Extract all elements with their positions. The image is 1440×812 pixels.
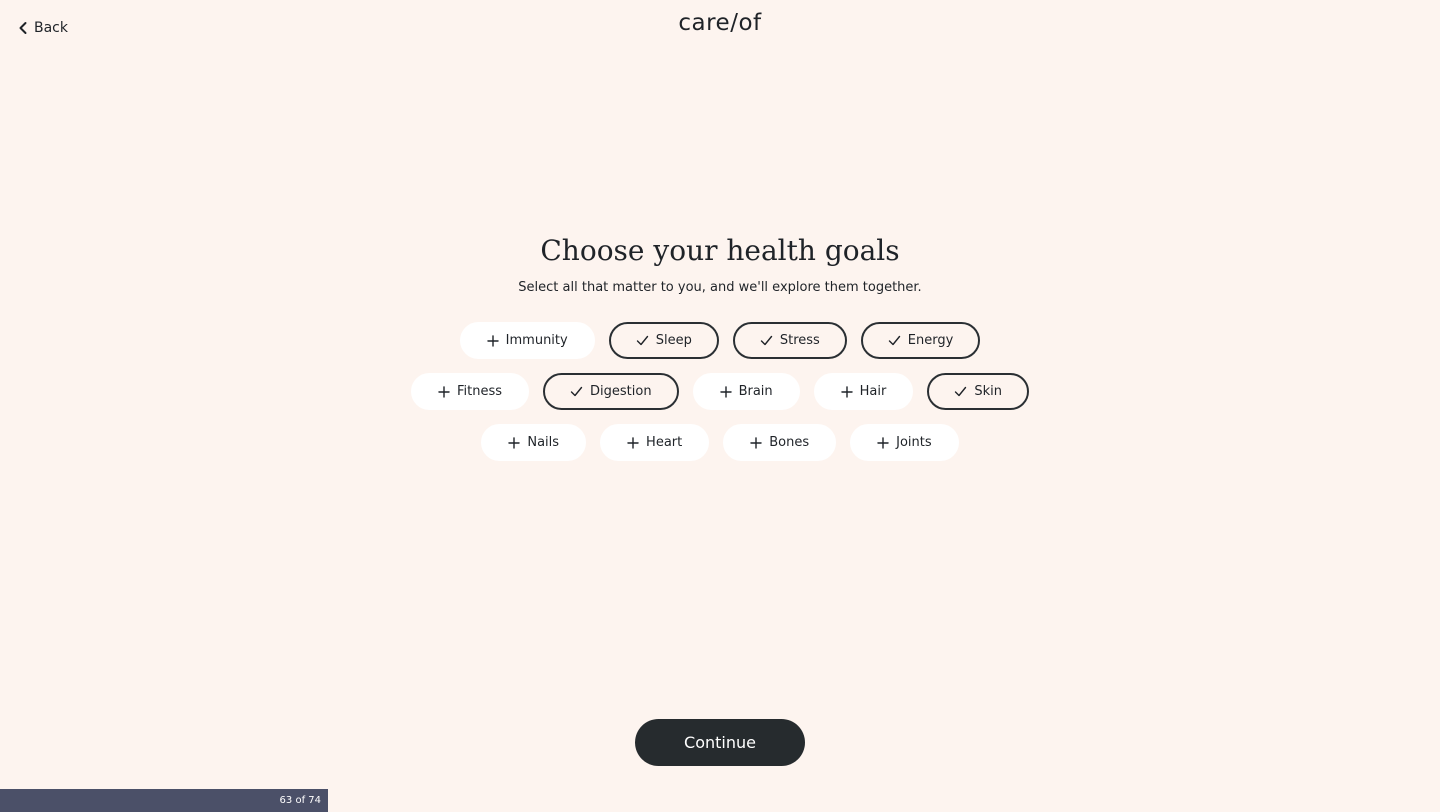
goal-option-bones[interactable]: Bones <box>723 424 837 461</box>
progress-indicator: 63 of 74 <box>0 789 328 812</box>
goal-label: Immunity <box>505 333 568 348</box>
goal-option-immunity[interactable]: Immunity <box>459 322 595 359</box>
goal-label: Stress <box>779 333 820 348</box>
goal-label: Digestion <box>590 384 652 399</box>
goal-label: Heart <box>646 435 683 450</box>
plus-icon <box>627 436 639 449</box>
goal-label: Energy <box>907 333 954 348</box>
progress-text: 63 of 74 <box>279 795 321 806</box>
goal-option-stress[interactable]: Stress <box>732 322 847 359</box>
plus-icon <box>438 385 450 398</box>
goal-label: Sleep <box>655 333 692 348</box>
goal-label: Nails <box>527 435 560 450</box>
checkmark-icon <box>888 334 901 347</box>
checkmark-icon <box>760 334 773 347</box>
goal-option-energy[interactable]: Energy <box>860 322 981 359</box>
goal-option-brain[interactable]: Brain <box>692 373 800 410</box>
goal-option-joints[interactable]: Joints <box>850 424 959 461</box>
checkmark-icon <box>636 334 649 347</box>
plus-icon <box>508 436 521 449</box>
checkmark-icon <box>570 385 583 398</box>
continue-button[interactable]: Continue <box>635 719 805 766</box>
goal-label: Skin <box>974 384 1002 399</box>
goal-option-digestion[interactable]: Digestion <box>543 373 679 410</box>
plus-icon <box>750 436 762 449</box>
plus-icon <box>486 334 499 347</box>
goal-row: Fitness Digestion Brain Hair Skin <box>0 373 1440 410</box>
plus-icon <box>840 385 853 398</box>
goal-row: Nails Heart Bones Joints <box>0 424 1440 461</box>
back-label: Back <box>34 20 68 36</box>
goal-label: Fitness <box>456 384 503 399</box>
page-title: Choose your health goals <box>540 234 900 267</box>
goal-label: Joints <box>896 435 932 450</box>
goal-row: Immunity Sleep Stress Energy <box>0 322 1440 359</box>
goal-option-heart[interactable]: Heart <box>600 424 710 461</box>
page-subtitle: Select all that matter to you, and we'll… <box>518 280 922 295</box>
goal-label: Hair <box>859 384 887 399</box>
chevron-left-icon <box>18 21 28 35</box>
plus-icon <box>719 385 732 398</box>
goal-label: Brain <box>738 384 773 399</box>
checkmark-icon <box>954 385 967 398</box>
goal-option-sleep[interactable]: Sleep <box>608 322 719 359</box>
goal-option-skin[interactable]: Skin <box>927 373 1029 410</box>
logo: care/of <box>678 10 762 36</box>
goal-label: Bones <box>769 435 810 450</box>
goal-option-fitness[interactable]: Fitness <box>410 373 530 410</box>
goal-option-hair[interactable]: Hair <box>813 373 914 410</box>
back-button[interactable]: Back <box>18 18 68 38</box>
goal-options: Immunity Sleep Stress Energy Fitness Dig… <box>0 322 1440 461</box>
plus-icon <box>877 436 889 449</box>
goal-option-nails[interactable]: Nails <box>481 424 587 461</box>
